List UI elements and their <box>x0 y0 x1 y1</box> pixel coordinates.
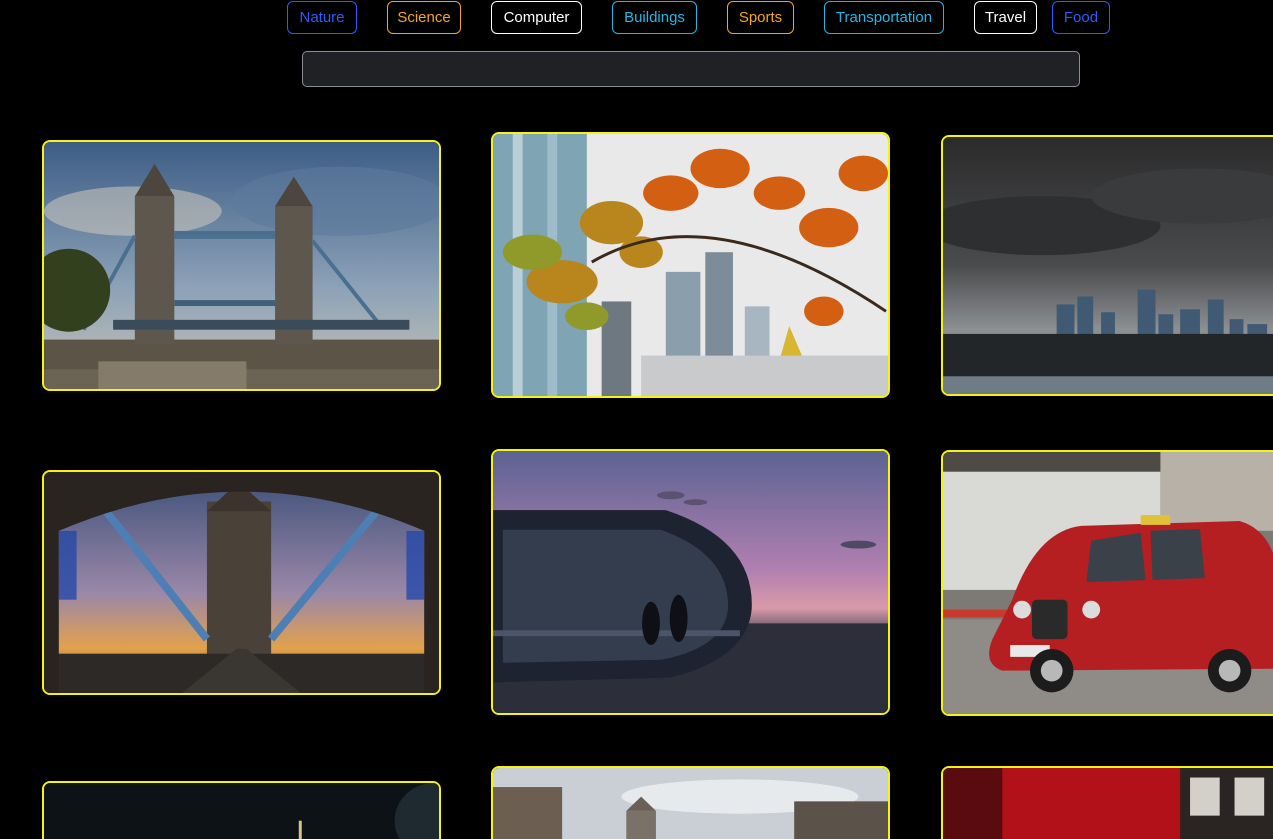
stormy-skyline-photo <box>943 137 1273 394</box>
photo-card-red-bus[interactable] <box>941 766 1273 839</box>
photo-card-autumn-leaves-city[interactable] <box>491 132 890 398</box>
red-bus-photo <box>943 768 1273 839</box>
night-city-photo <box>44 783 439 839</box>
photo-gallery <box>0 0 1273 839</box>
photo-card-red-taxi[interactable] <box>941 450 1273 716</box>
photo-card-london-eye-capsule[interactable] <box>491 449 890 715</box>
autumn-leaves-photo <box>493 134 888 396</box>
photo-card-night-city[interactable] <box>42 781 441 839</box>
photo-card-tower-bridge-day[interactable] <box>42 140 441 391</box>
photo-card-stormy-skyline[interactable] <box>941 135 1273 396</box>
red-taxi-photo <box>943 452 1273 714</box>
tower-bridge-photo <box>44 142 439 389</box>
tower-bridge-sunset-photo <box>44 472 439 693</box>
photo-card-tower-bridge-sunset[interactable] <box>42 470 441 695</box>
photo-card-tower-bridge-street[interactable] <box>491 766 890 839</box>
tower-bridge-street-photo <box>493 768 888 839</box>
london-eye-capsule-photo <box>493 451 888 713</box>
